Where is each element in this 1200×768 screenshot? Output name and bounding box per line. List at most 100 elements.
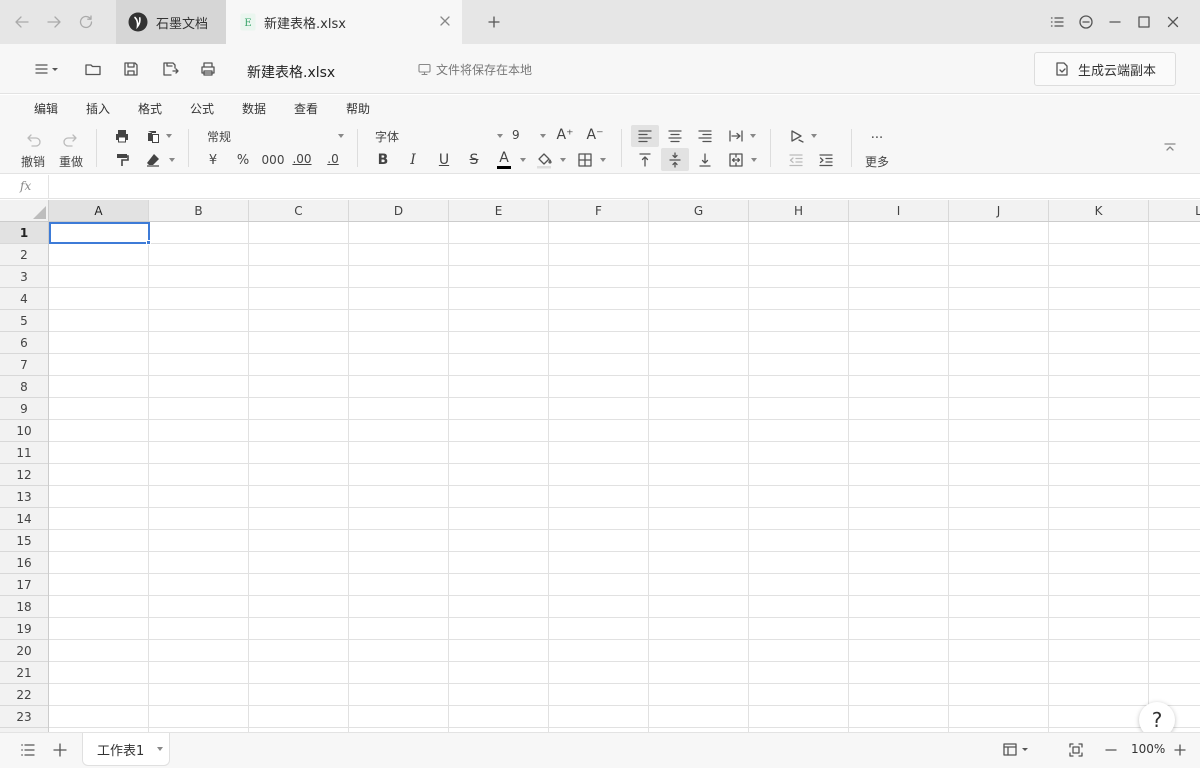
row-header[interactable]: 8 [0,376,48,398]
font-size-caret[interactable] [540,134,546,138]
formula-input[interactable] [56,179,1186,195]
font-size-select[interactable]: 9 [512,128,520,142]
bold-button[interactable]: B [373,151,393,169]
column-header[interactable]: I [849,200,949,221]
view-layout-icon[interactable] [1001,741,1031,759]
strikethrough-button[interactable]: S [464,151,484,169]
close-tab-icon[interactable] [438,14,452,28]
row-header[interactable]: 18 [0,596,48,618]
fill-color-caret[interactable] [560,158,566,162]
tab-new-spreadsheet[interactable]: E 新建表格.xlsx [226,0,462,44]
window-close-icon[interactable] [1163,12,1183,32]
number-format-caret[interactable] [338,134,344,138]
text-overflow-icon[interactable] [726,127,746,145]
row-header[interactable]: 3 [0,266,48,288]
borders-caret[interactable] [600,158,606,162]
align-top-icon[interactable] [635,151,655,169]
paste-dropdown-caret[interactable] [166,134,172,138]
merge-cells-icon[interactable] [726,151,746,169]
number-format-select[interactable]: 常规 [207,128,231,145]
row-header[interactable]: 5 [0,310,48,332]
row-header[interactable]: 7 [0,354,48,376]
column-header[interactable]: C [249,200,349,221]
row-header[interactable]: 17 [0,574,48,596]
back-arrow-icon[interactable] [12,12,32,32]
select-all-corner[interactable] [0,200,49,222]
redo-icon[interactable] [60,131,82,149]
increase-decimal-button[interactable]: .00 [290,150,314,168]
cell-grid[interactable] [49,222,1200,732]
save-icon[interactable] [117,56,145,82]
minimize-circle-icon[interactable] [1076,12,1096,32]
column-header[interactable]: B [149,200,249,221]
sheet-tab[interactable]: 工作表1 [82,733,170,766]
zoom-out-icon[interactable] [1102,741,1120,759]
column-header[interactable]: E [449,200,549,221]
decrease-font-size-button[interactable]: A⁻ [584,126,606,144]
column-header[interactable]: H [749,200,849,221]
add-sheet-icon[interactable] [50,740,70,760]
zoom-level[interactable]: 100% [1131,742,1165,756]
align-center-icon[interactable] [665,127,685,145]
fill-handle[interactable] [146,240,151,245]
redo-label[interactable]: 重做 [59,153,83,170]
generate-cloud-copy-button[interactable]: 生成云端副本 [1034,52,1176,86]
paste-icon[interactable] [143,127,163,145]
decrease-indent-icon[interactable] [786,151,806,169]
row-header[interactable]: 13 [0,486,48,508]
row-header[interactable]: 11 [0,442,48,464]
print-icon[interactable] [112,127,132,145]
row-header[interactable]: 1 [0,222,48,244]
column-header[interactable]: L [1149,200,1200,221]
zoom-in-icon[interactable] [1171,741,1189,759]
row-header[interactable]: 19 [0,618,48,640]
row-header[interactable]: 23 [0,706,48,728]
align-left-icon[interactable] [635,127,655,145]
column-header[interactable]: A [49,200,149,221]
row-header[interactable]: 21 [0,662,48,684]
menu-formula[interactable]: 公式 [190,100,214,117]
font-color-caret[interactable] [520,158,526,162]
menu-edit[interactable]: 编辑 [34,100,58,117]
borders-icon[interactable] [575,151,595,169]
text-rotation-caret[interactable] [811,134,817,138]
sheet-tab-caret[interactable] [157,747,163,751]
eraser-icon[interactable] [143,151,163,169]
decrease-decimal-button[interactable]: .0 [322,150,344,168]
more-button[interactable]: 更多 [865,153,889,170]
align-right-icon[interactable] [695,127,715,145]
currency-format-button[interactable]: ¥ [203,151,223,169]
align-middle-icon[interactable] [665,151,685,169]
thousands-separator-button[interactable]: 000 [261,151,285,169]
tab-shimo-docs[interactable]: 石墨文档 [116,0,226,44]
menu-help[interactable]: 帮助 [346,100,370,117]
save-as-icon[interactable] [156,56,184,82]
italic-button[interactable]: I [403,151,423,169]
hamburger-menu-button[interactable] [31,56,61,82]
fill-color-icon[interactable] [534,151,554,169]
file-name[interactable]: 新建表格.xlsx [247,62,335,82]
column-header[interactable]: D [349,200,449,221]
row-header[interactable]: 10 [0,420,48,442]
menu-format[interactable]: 格式 [138,100,162,117]
row-header[interactable]: 15 [0,530,48,552]
column-header[interactable]: G [649,200,749,221]
text-overflow-caret[interactable] [750,134,756,138]
sheet-list-icon[interactable] [18,741,38,759]
font-color-button[interactable]: A [494,149,514,171]
window-maximize-icon[interactable] [1134,12,1154,32]
increase-indent-icon[interactable] [816,151,836,169]
menu-data[interactable]: 数据 [242,100,266,117]
font-family-caret[interactable] [497,134,503,138]
row-header[interactable]: 16 [0,552,48,574]
undo-label[interactable]: 撤销 [21,153,45,170]
format-painter-icon[interactable] [112,151,132,169]
new-tab-plus-icon[interactable] [484,12,504,32]
row-header[interactable]: 20 [0,640,48,662]
increase-font-size-button[interactable]: A⁺ [554,126,576,144]
underline-button[interactable]: U [434,151,454,169]
more-dots[interactable]: ... [867,125,887,143]
menu-view[interactable]: 查看 [294,100,318,117]
merge-cells-caret[interactable] [751,158,757,162]
row-header[interactable]: 6 [0,332,48,354]
